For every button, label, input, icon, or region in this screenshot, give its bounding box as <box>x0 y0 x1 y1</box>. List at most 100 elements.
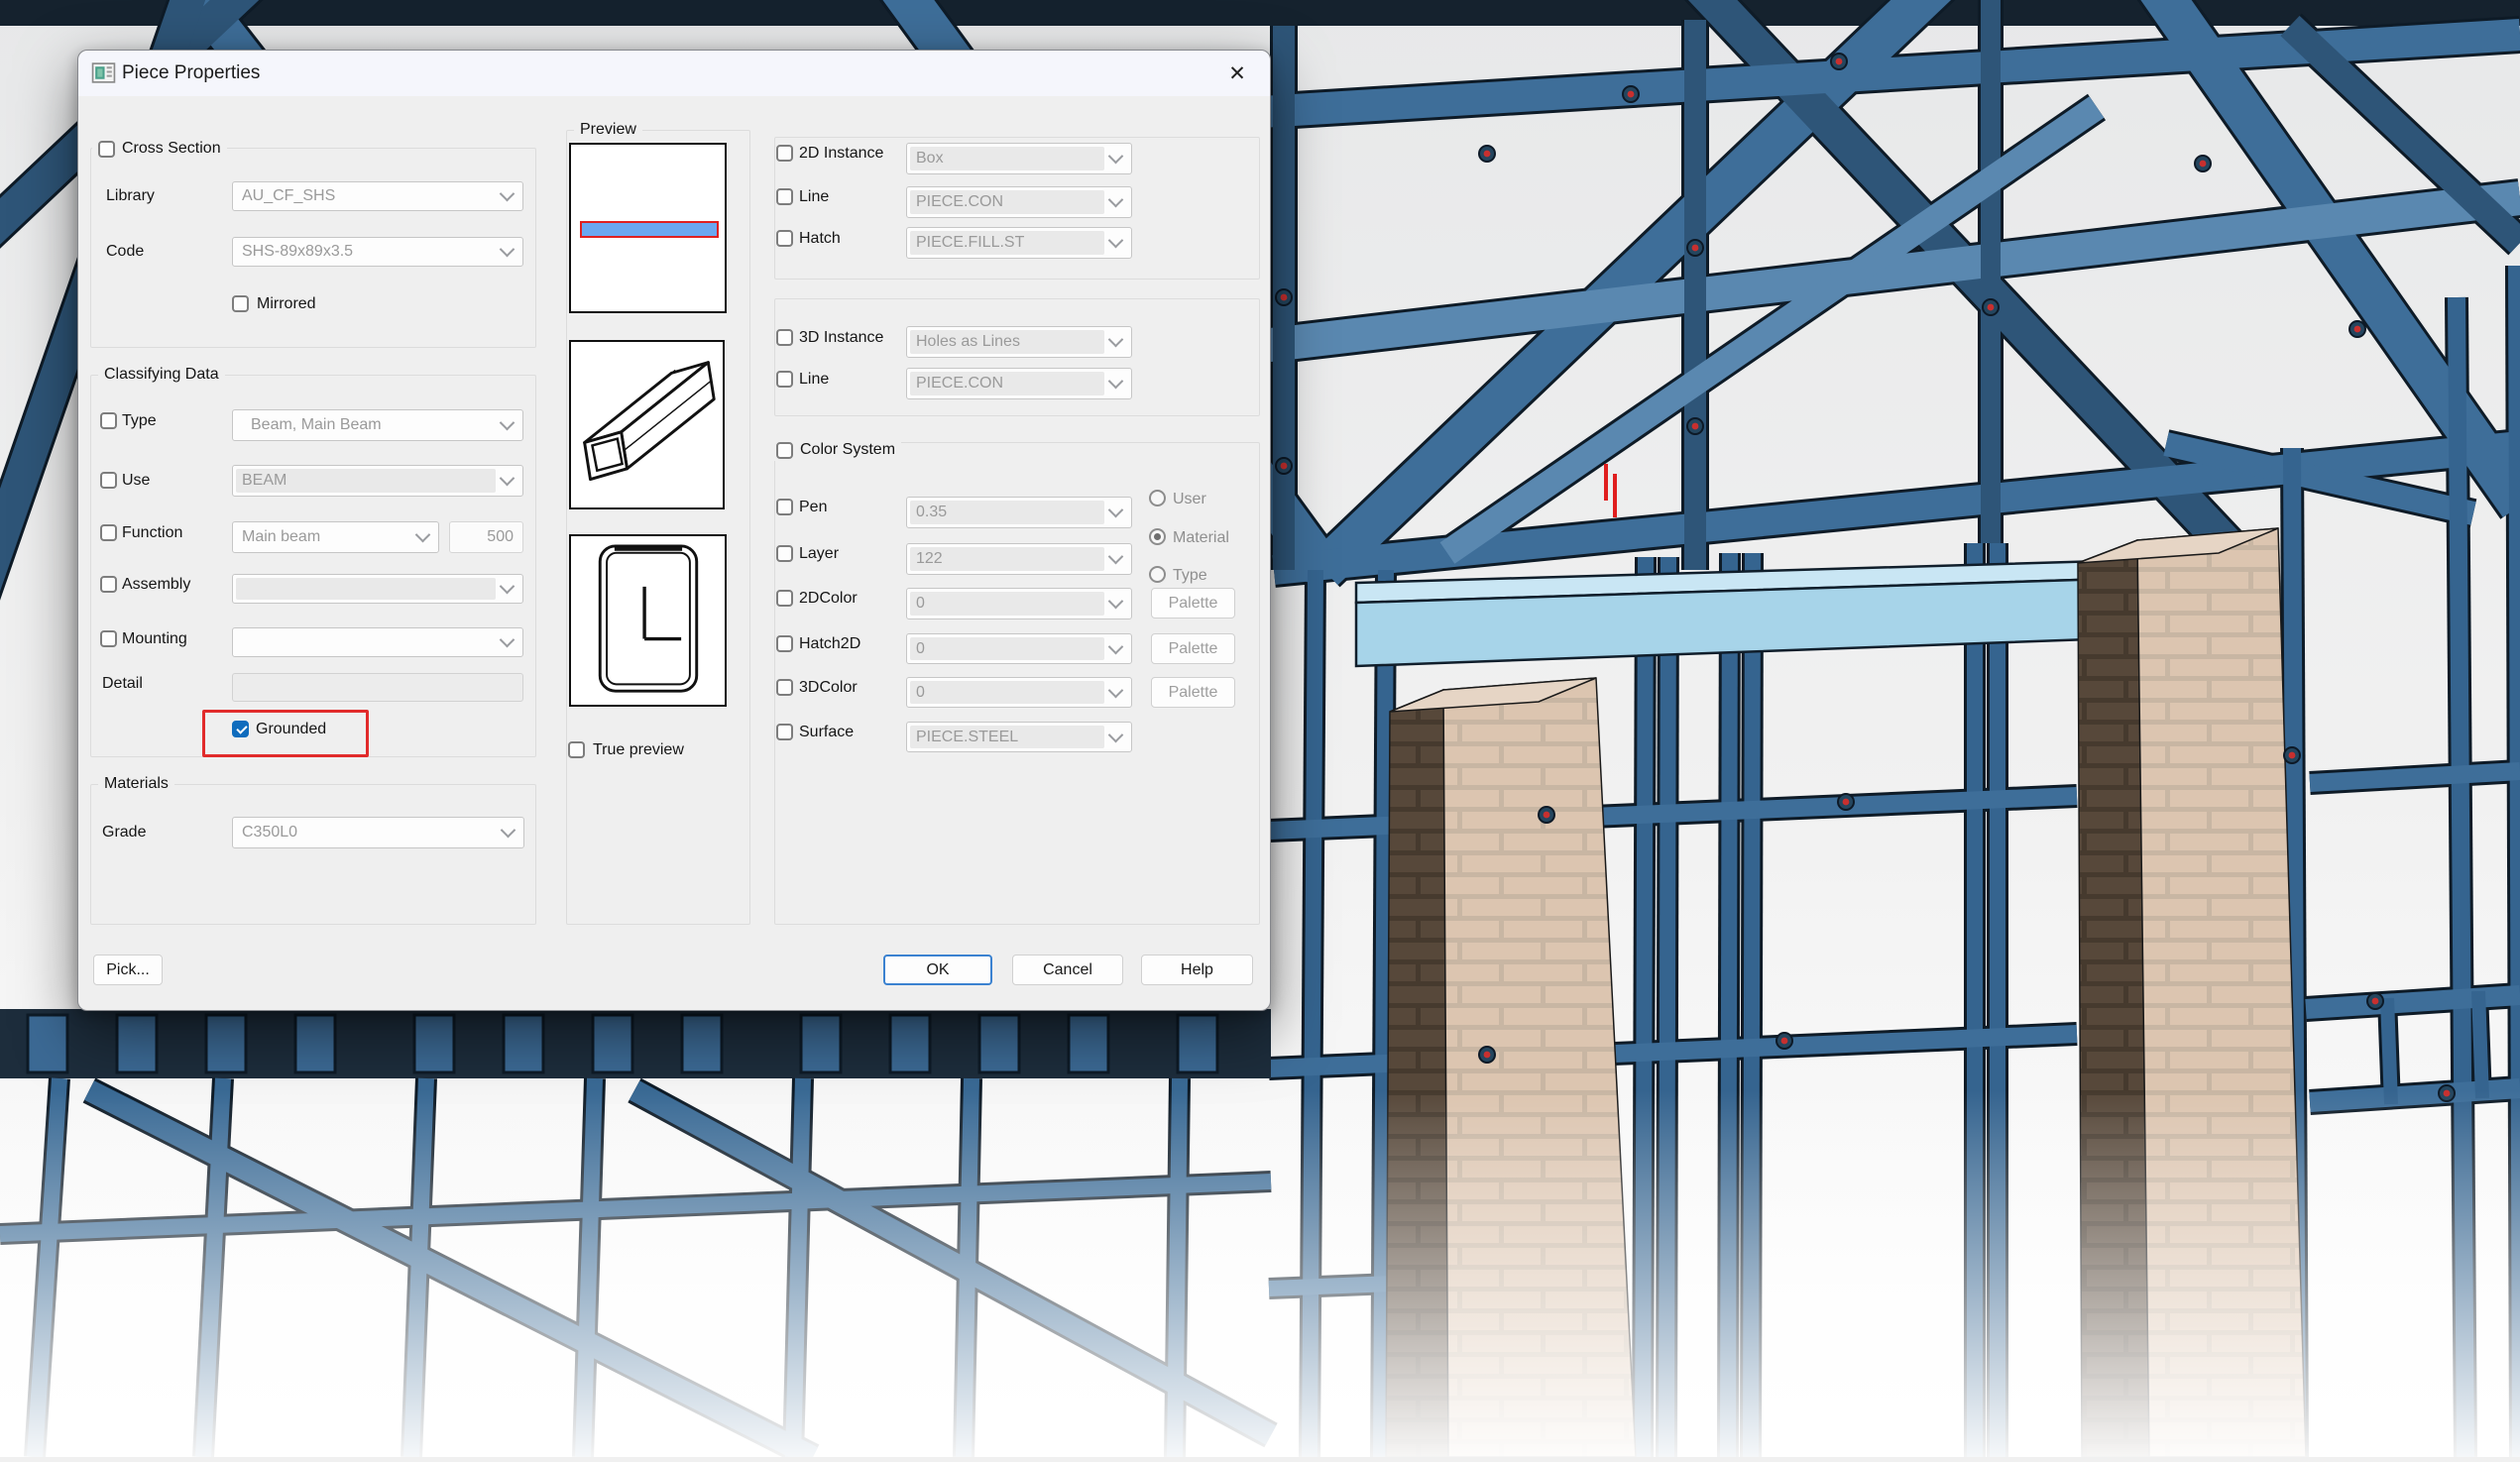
library-select[interactable]: AU_CF_SHS <box>232 181 523 211</box>
preview-section-bar <box>580 221 719 238</box>
surface-checkbox[interactable] <box>776 724 793 740</box>
chevron-down-icon <box>1108 149 1124 165</box>
cross-section-checkbox[interactable] <box>98 141 115 158</box>
color-system-label: Color System <box>800 441 895 459</box>
chevron-down-icon <box>1108 727 1124 742</box>
layer-select[interactable]: 122 <box>906 543 1132 575</box>
materials-legend: Materials <box>98 775 174 793</box>
cross-section-legend: Cross Section <box>92 138 227 160</box>
chevron-down-icon <box>1108 233 1124 249</box>
detail-label: Detail <box>102 675 143 693</box>
2dcolor-label: 2DColor <box>799 590 858 608</box>
chevron-down-icon <box>1108 594 1124 610</box>
chevron-down-icon <box>500 471 515 487</box>
dialog-title: Piece Properties <box>122 62 260 84</box>
pen-select[interactable]: 0.35 <box>906 497 1132 528</box>
chevron-down-icon <box>1108 332 1124 348</box>
function-code-field[interactable]: 500 <box>449 521 523 553</box>
material-radio[interactable] <box>1149 528 1166 545</box>
layer-checkbox[interactable] <box>776 545 793 562</box>
assembly-checkbox[interactable] <box>100 576 117 593</box>
pen-label: Pen <box>799 499 827 516</box>
hatch2d-checkbox[interactable] <box>776 635 793 652</box>
material-radio-label: Material <box>1173 529 1229 547</box>
2dcolor-checkbox[interactable] <box>776 590 793 607</box>
surface-select[interactable]: PIECE.STEEL <box>906 722 1132 752</box>
2dcolor-palette-button[interactable]: Palette <box>1151 588 1235 619</box>
detail-field[interactable] <box>232 673 523 702</box>
mounting-select[interactable] <box>232 627 523 657</box>
hatch-select[interactable]: PIECE.FILL.ST <box>906 227 1132 259</box>
grounded-label: Grounded <box>256 721 326 738</box>
use-select[interactable]: BEAM <box>232 465 523 497</box>
grade-label: Grade <box>102 824 146 842</box>
2d-instance-checkbox[interactable] <box>776 145 793 162</box>
type-radio-label: Type <box>1173 567 1207 585</box>
chevron-down-icon <box>500 415 515 431</box>
chevron-down-icon <box>1108 192 1124 208</box>
help-button[interactable]: Help <box>1141 955 1253 985</box>
3dcolor-checkbox[interactable] <box>776 679 793 696</box>
chevron-down-icon <box>1108 549 1124 565</box>
2d-instance-label: 2D Instance <box>799 145 883 163</box>
function-label: Function <box>122 524 182 542</box>
chevron-down-icon <box>501 823 516 839</box>
chevron-down-icon <box>1108 682 1124 698</box>
user-radio[interactable] <box>1149 490 1166 506</box>
2d-line-checkbox[interactable] <box>776 188 793 205</box>
dialog-titlebar[interactable]: Piece Properties ✕ <box>78 51 1270 96</box>
3d-line-select[interactable]: PIECE.CON <box>906 368 1132 399</box>
3dcolor-label: 3DColor <box>799 679 858 697</box>
color-system-checkbox[interactable] <box>776 442 793 459</box>
preview-3d-thumbnail <box>569 340 725 509</box>
3d-instance-checkbox[interactable] <box>776 329 793 346</box>
mounting-label: Mounting <box>122 630 187 648</box>
mirrored-checkbox[interactable] <box>232 295 249 312</box>
color-system-legend: Color System <box>770 439 901 461</box>
hatch2d-select[interactable]: 0 <box>906 633 1132 664</box>
preview-section-thumbnail <box>569 534 727 707</box>
2d-line-label: Line <box>799 188 829 206</box>
assembly-label: Assembly <box>122 576 190 594</box>
shs-tube-drawing <box>571 342 723 507</box>
function-select[interactable]: Main beam <box>232 521 439 553</box>
shs-section-drawing <box>571 536 725 705</box>
grade-select[interactable]: C350L0 <box>232 817 524 848</box>
chevron-down-icon <box>500 242 515 258</box>
true-preview-checkbox[interactable] <box>568 741 585 758</box>
type-radio[interactable] <box>1149 566 1166 583</box>
layer-label: Layer <box>799 545 839 563</box>
library-label: Library <box>106 187 155 205</box>
3d-instance-select[interactable]: Holes as Lines <box>906 326 1132 358</box>
hatch-label: Hatch <box>799 230 841 248</box>
pick-button[interactable]: Pick... <box>93 955 163 985</box>
grounded-checkbox[interactable] <box>232 721 249 737</box>
2d-line-select[interactable]: PIECE.CON <box>906 186 1132 218</box>
chevron-down-icon <box>500 579 515 595</box>
cancel-button[interactable]: Cancel <box>1012 955 1123 985</box>
3d-line-checkbox[interactable] <box>776 371 793 388</box>
2dcolor-select[interactable]: 0 <box>906 588 1132 619</box>
code-select[interactable]: SHS-89x89x3.5 <box>232 237 523 267</box>
mounting-checkbox[interactable] <box>100 630 117 647</box>
assembly-select[interactable] <box>232 574 523 604</box>
ok-button[interactable]: OK <box>883 955 992 985</box>
chevron-down-icon <box>500 186 515 202</box>
type-select[interactable]: Beam, Main Beam <box>232 409 523 441</box>
3d-line-label: Line <box>799 371 829 389</box>
type-checkbox[interactable] <box>100 412 117 429</box>
function-checkbox[interactable] <box>100 524 117 541</box>
code-label: Code <box>106 243 144 261</box>
pen-checkbox[interactable] <box>776 499 793 515</box>
3dcolor-palette-button[interactable]: Palette <box>1151 677 1235 708</box>
user-radio-label: User <box>1173 491 1206 508</box>
materials-group <box>90 784 536 925</box>
preview-legend: Preview <box>574 121 642 139</box>
use-checkbox[interactable] <box>100 472 117 489</box>
hatch-checkbox[interactable] <box>776 230 793 247</box>
3dcolor-select[interactable]: 0 <box>906 677 1132 708</box>
close-icon[interactable]: ✕ <box>1218 56 1256 90</box>
chevron-down-icon <box>415 527 431 543</box>
hatch2d-palette-button[interactable]: Palette <box>1151 633 1235 664</box>
2d-instance-select[interactable]: Box <box>906 143 1132 174</box>
